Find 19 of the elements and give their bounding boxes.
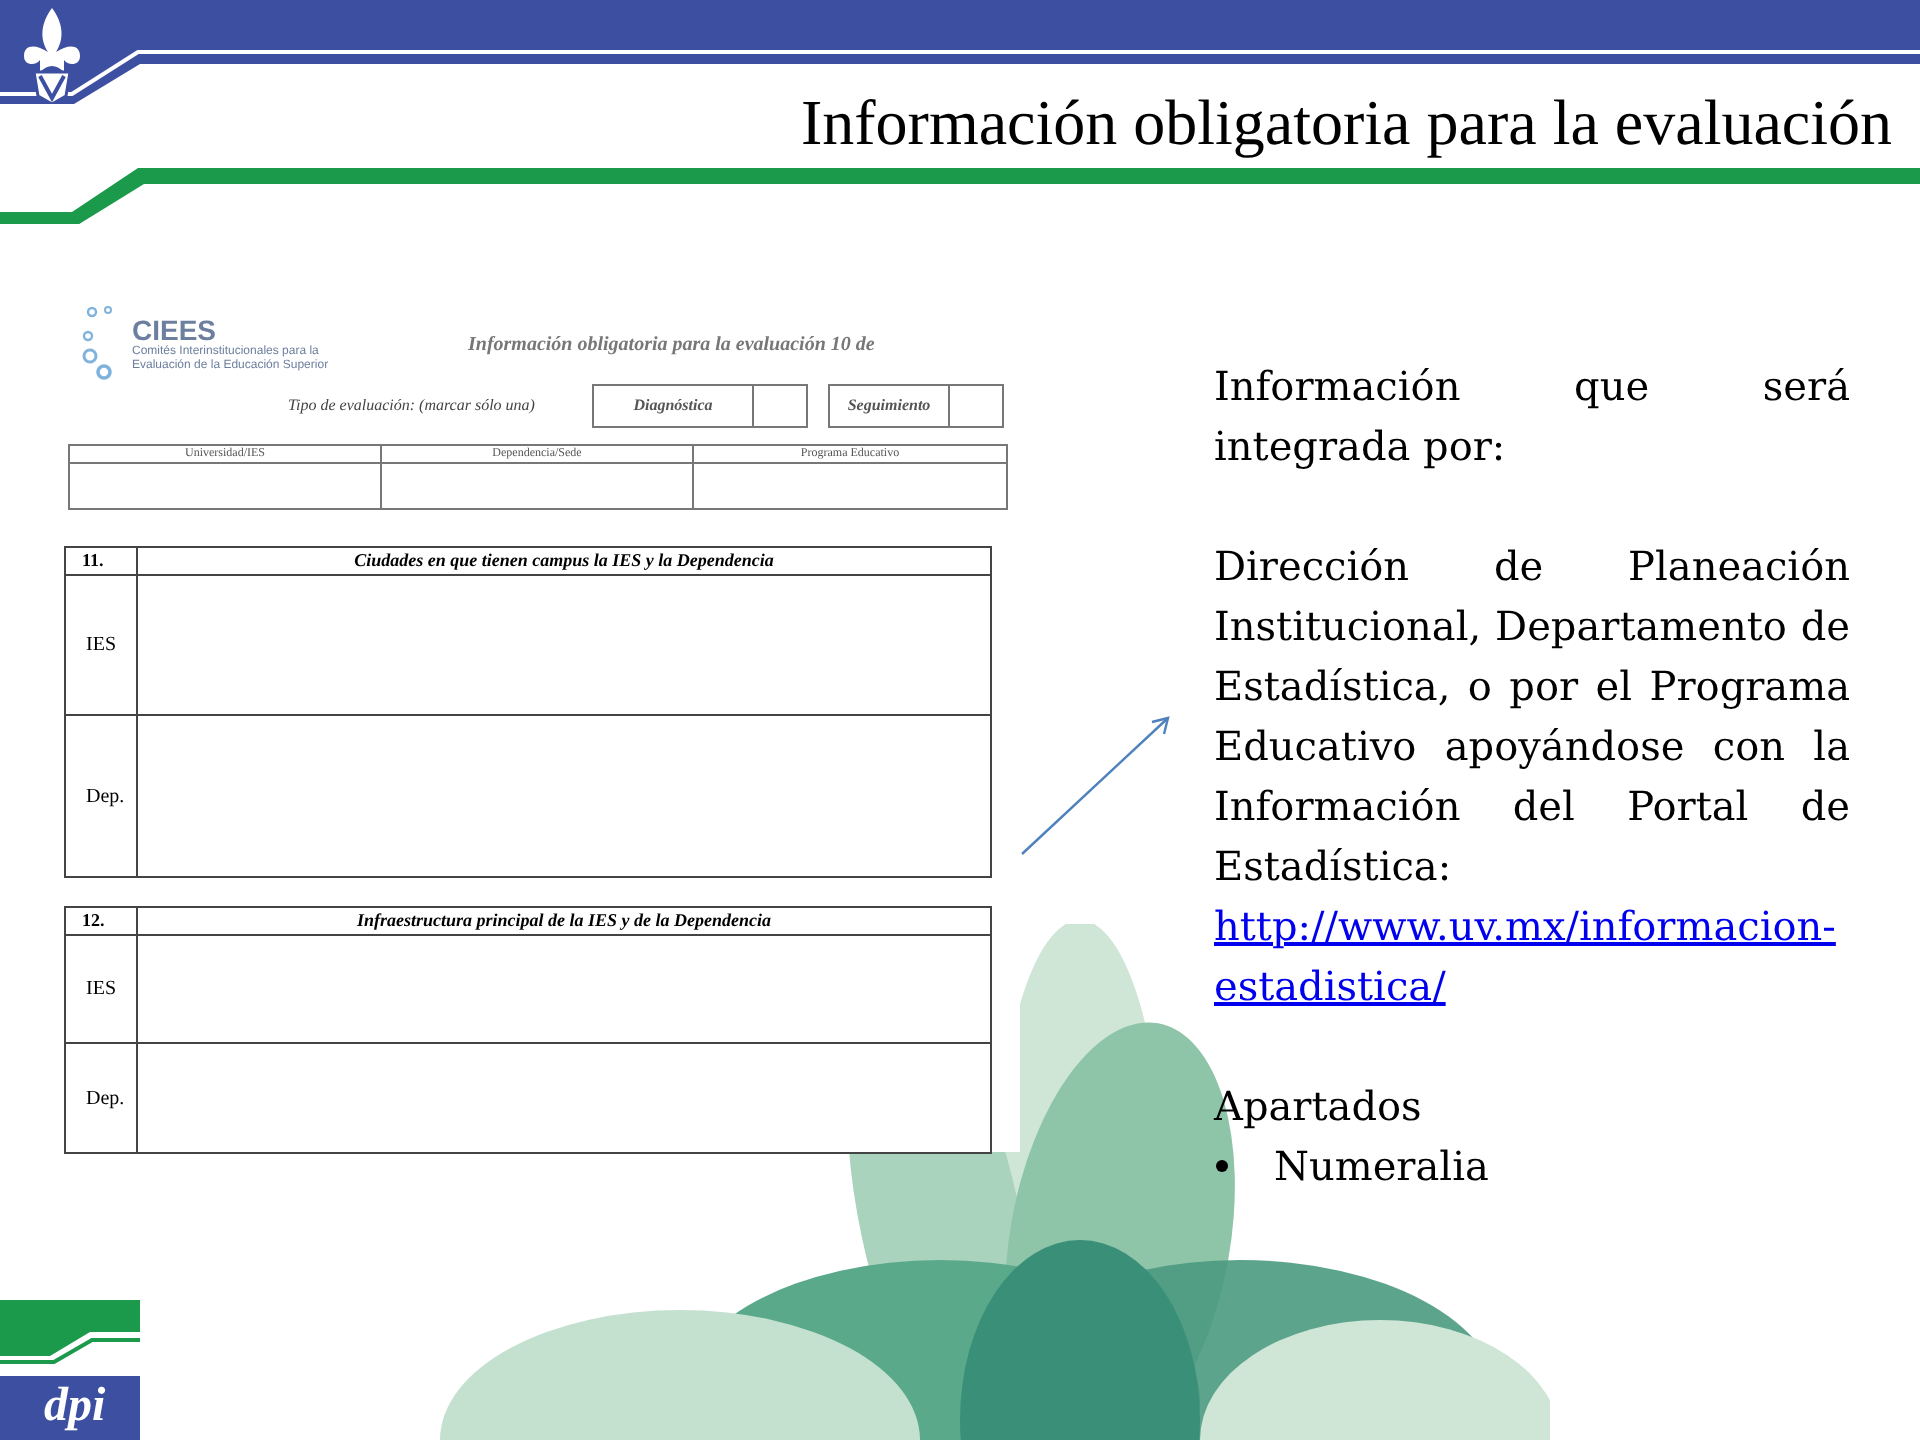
section-title: Infraestructura principal de la IES y de la Dependencia [354,908,773,934]
row-label: IES [66,936,138,1042]
evaluation-type-label: Tipo de evaluación: (marcar sólo una) [288,394,537,418]
paragraph: Información que será integrada por: [1214,360,1850,474]
section-number: 12. [66,908,138,934]
section-number: 11. [66,548,138,574]
paragraph: Dirección de Planeación Institucional, Departamento de Estadística, o por el Programa Educativo apoyándose con la Información del Portal de Estadística: [1214,540,1850,894]
stripe-logo-icon [0,1300,140,1364]
list-item: Numeralia [1274,1140,1489,1194]
row-label: Dep. [66,1044,138,1152]
row-label: Dep. [66,716,138,876]
section-label: Apartados [1214,1080,1424,1134]
slide-title: Información obligatoria para la evaluación [800,84,1892,160]
logo-acronym: CIEES [132,315,219,345]
dpi-logo: dpi [0,1376,140,1440]
form-heading: Información obligatoria para la evaluación 10 de [468,332,875,360]
link[interactable]: http://www.uv.mx/informacion-estadistica/ [1214,896,1850,1016]
row-label: IES [66,576,138,714]
section-title: Ciudades en que tienen campus la IES y la Dependencia [352,548,776,574]
